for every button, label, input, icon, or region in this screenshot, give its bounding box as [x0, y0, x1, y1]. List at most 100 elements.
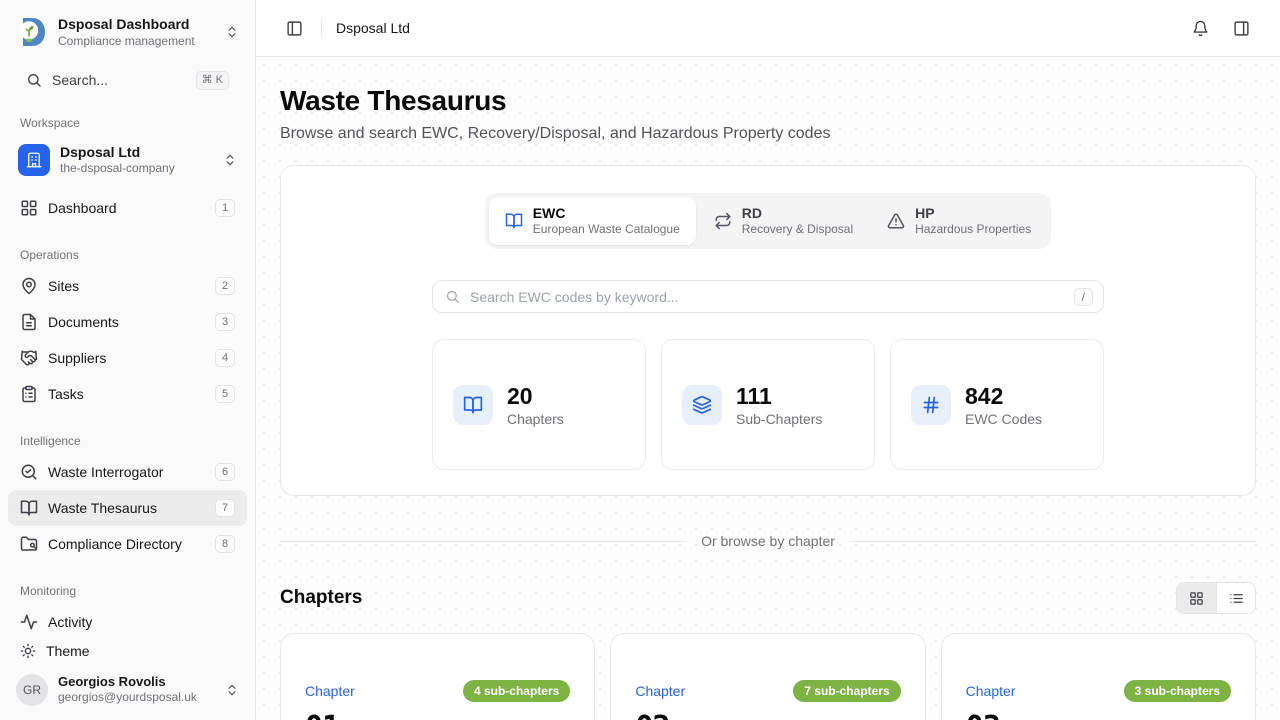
browse-divider: Or browse by chapter: [280, 533, 1256, 549]
chapter-number: 01: [305, 710, 570, 720]
sidebar-search[interactable]: Search... ⌘ K: [16, 63, 239, 98]
divider-line: [851, 541, 1256, 542]
right-panel-toggle-button[interactable]: [1229, 16, 1254, 41]
book-open-icon: [20, 499, 38, 517]
workspace-name: Dsposal Ltd: [60, 144, 213, 162]
layout-grid-icon: [20, 199, 38, 217]
count-badge: 2: [215, 277, 235, 295]
chapter-grid: Chapter 4 sub-chapters 01 Chapter 7 sub-…: [280, 633, 1256, 720]
tab-hp[interactable]: HP Hazardous Properties: [871, 197, 1047, 245]
list-view-icon: [1229, 591, 1244, 606]
sidebar-item-activity[interactable]: Activity: [8, 604, 247, 629]
chevrons-up-down-icon: [225, 683, 239, 697]
page-content: Waste Thesaurus Browse and search EWC, R…: [256, 57, 1280, 720]
sidebar-item-label: Documents: [48, 314, 205, 330]
sidebar-item-label: Waste Interrogator: [48, 464, 205, 480]
stat-icon-tile: [682, 385, 722, 425]
chapter-card-01[interactable]: Chapter 4 sub-chapters 01: [280, 633, 595, 720]
hash-icon: [921, 395, 941, 415]
list-view-button[interactable]: [1216, 583, 1255, 613]
chapter-label: Chapter: [635, 683, 685, 699]
stat-value: 842: [965, 383, 1042, 409]
sidebar-item-label: Suppliers: [48, 350, 205, 366]
chapter-card-03[interactable]: Chapter 3 sub-chapters 03: [941, 633, 1256, 720]
sidebar-item-tasks[interactable]: Tasks 5: [8, 376, 247, 412]
section-label-intelligence: Intelligence: [8, 434, 247, 448]
sidebar: Dsposal Dashboard Compliance management …: [0, 0, 256, 720]
sidebar-item-label: Waste Thesaurus: [48, 500, 205, 516]
section-label-operations: Operations: [8, 248, 247, 262]
app-switcher[interactable]: Dsposal Dashboard Compliance management: [8, 10, 247, 55]
panel-right-icon: [1233, 20, 1250, 37]
sidebar-item-label: Tasks: [48, 386, 205, 402]
sidebar-item-compliance-directory[interactable]: Compliance Directory 8: [8, 526, 247, 562]
chevrons-up-down-icon: [223, 153, 237, 167]
layers-icon: [692, 395, 712, 415]
top-header: Dsposal Ltd: [256, 0, 1280, 57]
theme-label: Theme: [46, 643, 90, 659]
handshake-icon: [20, 349, 38, 367]
sidebar-item-dashboard[interactable]: Dashboard 1: [8, 190, 247, 226]
tab-sublabel: Recovery & Disposal: [742, 222, 853, 238]
slash-shortcut-badge: /: [1074, 288, 1093, 306]
user-name: Georgios Rovolis: [58, 674, 215, 691]
sidebar-item-documents[interactable]: Documents 3: [8, 304, 247, 340]
tab-ewc[interactable]: EWC European Waste Catalogue: [489, 197, 696, 245]
company-breadcrumb: Dsposal Ltd: [336, 20, 1174, 36]
app-name: Dsposal Dashboard: [58, 16, 215, 34]
workspace-switcher[interactable]: Dsposal Ltd the-dsposal-company: [8, 136, 247, 185]
recycle-icon: [714, 212, 732, 230]
app-tagline: Compliance management: [58, 34, 215, 49]
stat-label: Chapters: [507, 411, 564, 427]
user-menu[interactable]: GR Georgios Rovolis georgios@yourdsposal…: [8, 668, 247, 712]
workspace-avatar: [18, 144, 50, 176]
alert-triangle-icon: [887, 212, 905, 230]
stats-row: 20 Chapters 111 Sub-Chapters: [432, 339, 1104, 470]
sidebar-item-suppliers[interactable]: Suppliers 4: [8, 340, 247, 376]
sidebar-item-sites[interactable]: Sites 2: [8, 268, 247, 304]
ewc-search-bar: /: [432, 280, 1104, 313]
tab-code: EWC: [533, 205, 680, 222]
page-title: Waste Thesaurus: [280, 85, 1256, 117]
avatar: GR: [16, 674, 48, 706]
stat-icon-tile: [911, 385, 951, 425]
tab-rd[interactable]: RD Recovery & Disposal: [698, 197, 869, 245]
stat-icon-tile: [453, 385, 493, 425]
search-label: Search...: [52, 72, 186, 88]
sidebar-item-label: Dashboard: [48, 200, 205, 216]
header-divider: [321, 20, 322, 36]
sub-chapters-badge: 7 sub-chapters: [793, 680, 900, 702]
tab-code: HP: [915, 205, 1031, 222]
notifications-button[interactable]: [1188, 16, 1213, 41]
chapters-heading: Chapters: [280, 587, 362, 609]
sidebar-toggle-button[interactable]: [282, 16, 307, 41]
ewc-search-input[interactable]: [470, 289, 1064, 305]
grid-view-button[interactable]: [1177, 583, 1216, 613]
view-toggle: [1176, 582, 1256, 614]
chapter-number: 03: [966, 710, 1231, 720]
sidebar-nav: Workspace Dsposal Ltd the-dsposal-compan…: [0, 98, 255, 630]
sidebar-item-waste-interrogator[interactable]: Waste Interrogator 6: [8, 454, 247, 490]
sidebar-item-waste-thesaurus[interactable]: Waste Thesaurus 7: [8, 490, 247, 526]
book-open-icon: [505, 212, 523, 230]
chapter-card-02[interactable]: Chapter 7 sub-chapters 02: [610, 633, 925, 720]
stat-label: EWC Codes: [965, 411, 1042, 427]
search-icon: [26, 72, 42, 88]
stat-card-chapters: 20 Chapters: [432, 339, 646, 470]
sidebar-footer: Theme GR Georgios Rovolis georgios@yourd…: [0, 630, 255, 720]
count-badge: 6: [215, 463, 235, 481]
workspace-slug: the-dsposal-company: [60, 161, 213, 176]
search-check-icon: [20, 463, 38, 481]
divider-line: [280, 541, 685, 542]
file-text-icon: [20, 313, 38, 331]
sidebar-item-label: Sites: [48, 278, 205, 294]
theme-toggle[interactable]: Theme: [8, 634, 247, 668]
thesaurus-card: EWC European Waste Catalogue RD Recovery…: [280, 165, 1256, 496]
chapter-number: 02: [635, 710, 900, 720]
book-open-icon: [463, 395, 483, 415]
panel-left-icon: [286, 20, 303, 37]
clipboard-list-icon: [20, 385, 38, 403]
tab-sublabel: European Waste Catalogue: [533, 222, 680, 238]
count-badge: 8: [215, 535, 235, 553]
building-icon: [25, 151, 43, 169]
